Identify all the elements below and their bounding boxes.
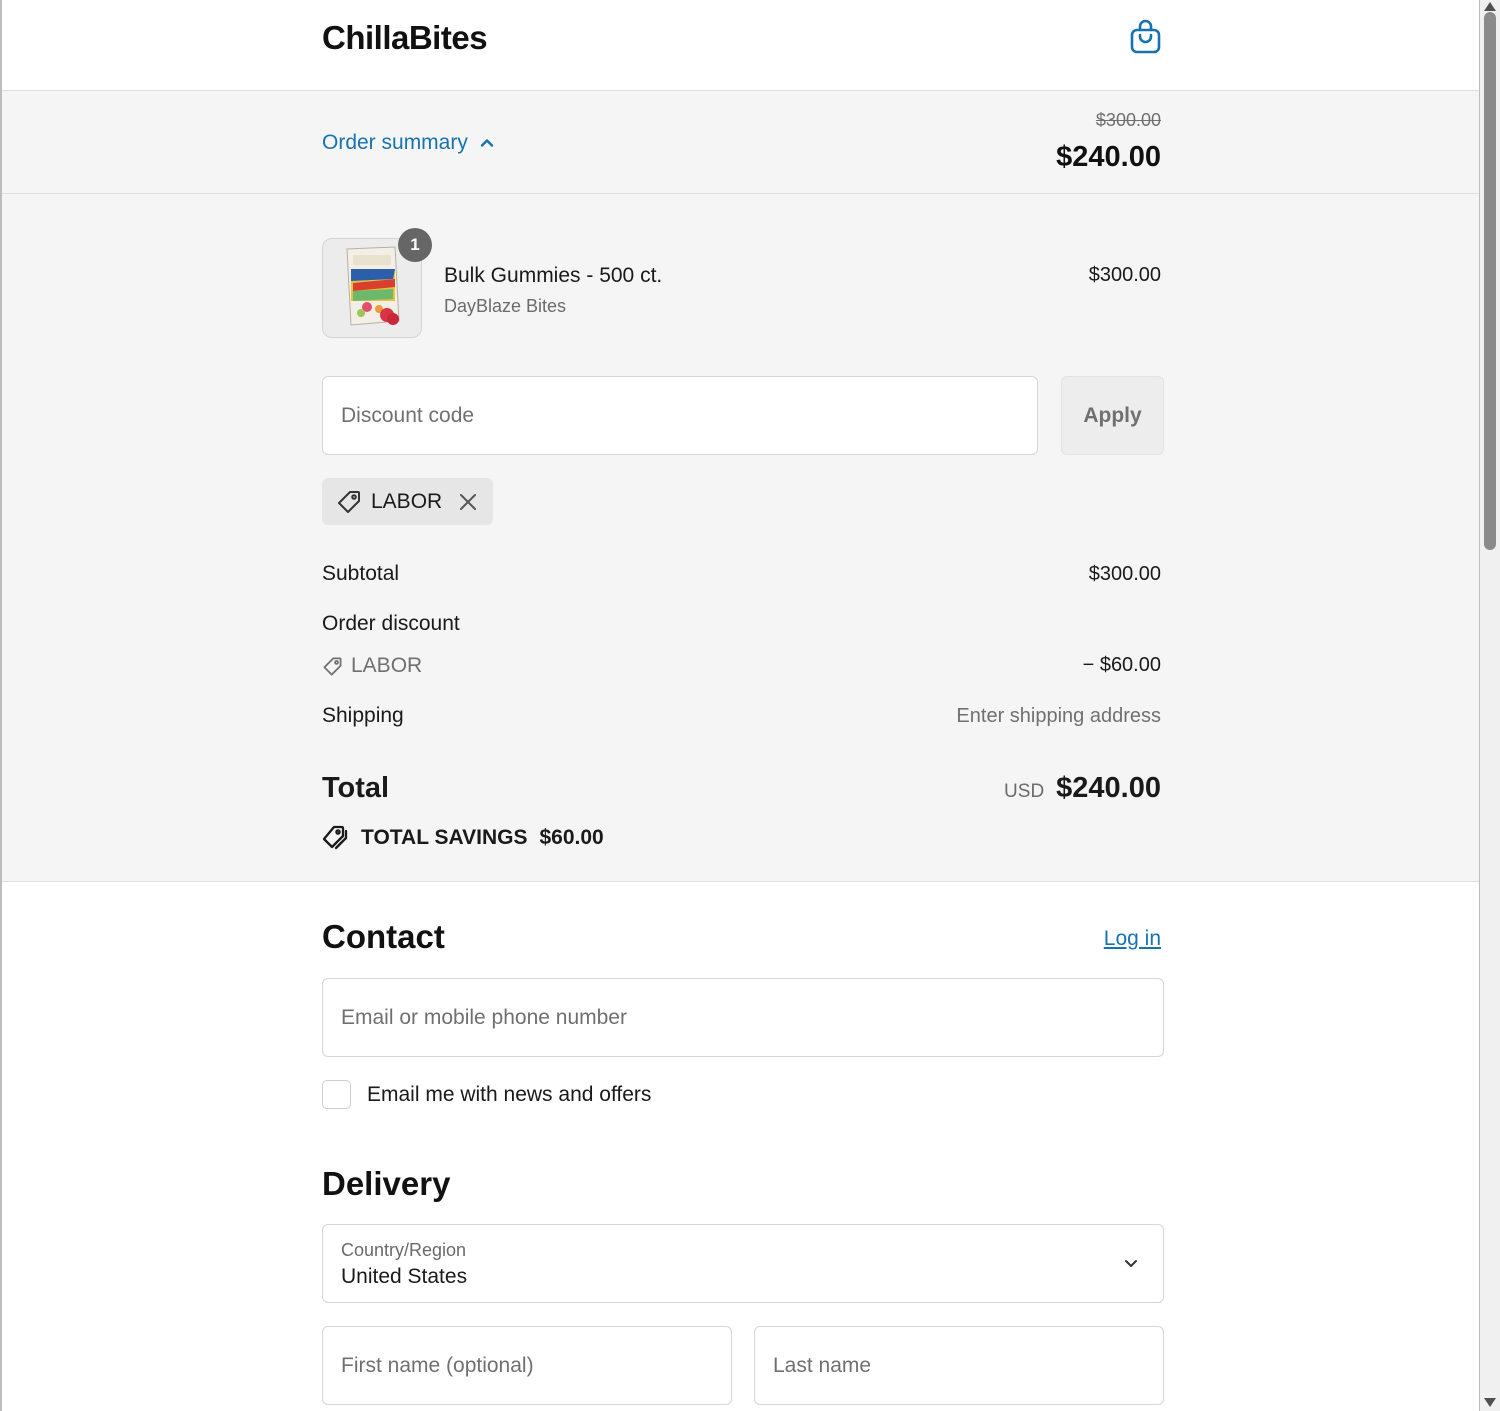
delivery-heading: Delivery xyxy=(322,1165,451,1202)
vertical-scrollbar[interactable] xyxy=(1480,0,1500,1411)
first-name-input[interactable]: First name (optional) xyxy=(322,1326,732,1405)
subtotal-label: Subtotal xyxy=(322,562,400,585)
product-price: $300.00 xyxy=(1088,264,1161,286)
original-price: $300.00 xyxy=(1095,110,1161,130)
discount-code-input[interactable]: Discount code xyxy=(322,376,1038,455)
total-savings: TOTAL SAVINGS $60.00 xyxy=(322,824,604,851)
applied-discount-code: LABOR xyxy=(371,489,443,513)
email-placeholder: Email or mobile phone number xyxy=(341,1005,627,1029)
newsletter-checkbox[interactable] xyxy=(322,1080,351,1109)
header: ChillaBites xyxy=(2,0,1479,91)
discount-code-placeholder: Discount code xyxy=(341,403,475,427)
order-discount-label: Order discount xyxy=(322,612,460,635)
tag-icon xyxy=(338,490,360,513)
shipping-label: Shipping xyxy=(322,704,404,727)
quantity-badge: 1 xyxy=(398,228,432,262)
country-region-label: Country/Region xyxy=(341,1240,467,1260)
chevron-down-icon xyxy=(1125,1260,1137,1267)
country-region-select[interactable]: Country/Region United States xyxy=(322,1224,1164,1303)
chevron-up-icon xyxy=(480,139,494,147)
applied-discount-chip: LABOR xyxy=(322,478,494,525)
log-in-link[interactable]: Log in xyxy=(1104,927,1161,951)
total-value-group: USD $240.00 xyxy=(1004,772,1161,805)
product-title: Bulk Gummies - 500 ct. xyxy=(444,264,663,287)
order-summary-label: Order summary xyxy=(322,131,468,154)
newsletter-label[interactable]: Email me with news and offers xyxy=(367,1083,651,1107)
total-label: Total xyxy=(322,772,390,804)
product-vendor: DayBlaze Bites xyxy=(444,296,567,316)
total-savings-label: TOTAL SAVINGS xyxy=(361,825,528,849)
shipping-value: Enter shipping address xyxy=(956,705,1161,727)
last-name-placeholder: Last name xyxy=(773,1353,872,1377)
scroll-down-arrow-icon[interactable] xyxy=(1484,1398,1496,1407)
first-name-placeholder: First name (optional) xyxy=(341,1353,534,1377)
email-or-phone-input[interactable]: Email or mobile phone number xyxy=(322,978,1164,1057)
remove-discount-icon[interactable] xyxy=(457,491,479,513)
last-name-input[interactable]: Last name xyxy=(754,1326,1164,1405)
store-logo[interactable]: ChillaBites xyxy=(322,19,488,57)
subtotal-value: $300.00 xyxy=(1088,563,1161,585)
total-currency: USD xyxy=(1004,781,1045,802)
tag-icon xyxy=(323,657,342,675)
order-summary-panel: 1 Bulk Gummies - 500 ct. DayBlaze Bites … xyxy=(2,194,1479,882)
country-region-value: United States xyxy=(341,1265,468,1288)
shopping-bag-icon[interactable] xyxy=(1129,19,1162,55)
order-discount-value: − $60.00 xyxy=(1082,654,1161,676)
order-summary-bar: Order summary $300.00 $240.00 xyxy=(2,91,1479,194)
apply-discount-button[interactable]: Apply xyxy=(1061,376,1164,455)
order-summary-toggle[interactable]: Order summary xyxy=(322,131,496,155)
total-amount: $240.00 xyxy=(1056,772,1161,804)
order-discount-code-text: LABOR xyxy=(351,654,423,677)
checkout-page: ChillaBites Order summary $300.00 $240.0… xyxy=(0,0,1480,1411)
newsletter-option: Email me with news and offers xyxy=(322,1080,651,1109)
order-discount-code: LABOR xyxy=(322,654,422,678)
total-savings-value: $60.00 xyxy=(539,825,604,849)
summary-total-price: $240.00 xyxy=(1056,141,1161,173)
scroll-up-arrow-icon[interactable] xyxy=(1484,2,1496,11)
savings-tag-icon xyxy=(322,825,348,850)
contact-heading: Contact xyxy=(322,918,445,955)
scrollbar-thumb[interactable] xyxy=(1484,12,1496,550)
